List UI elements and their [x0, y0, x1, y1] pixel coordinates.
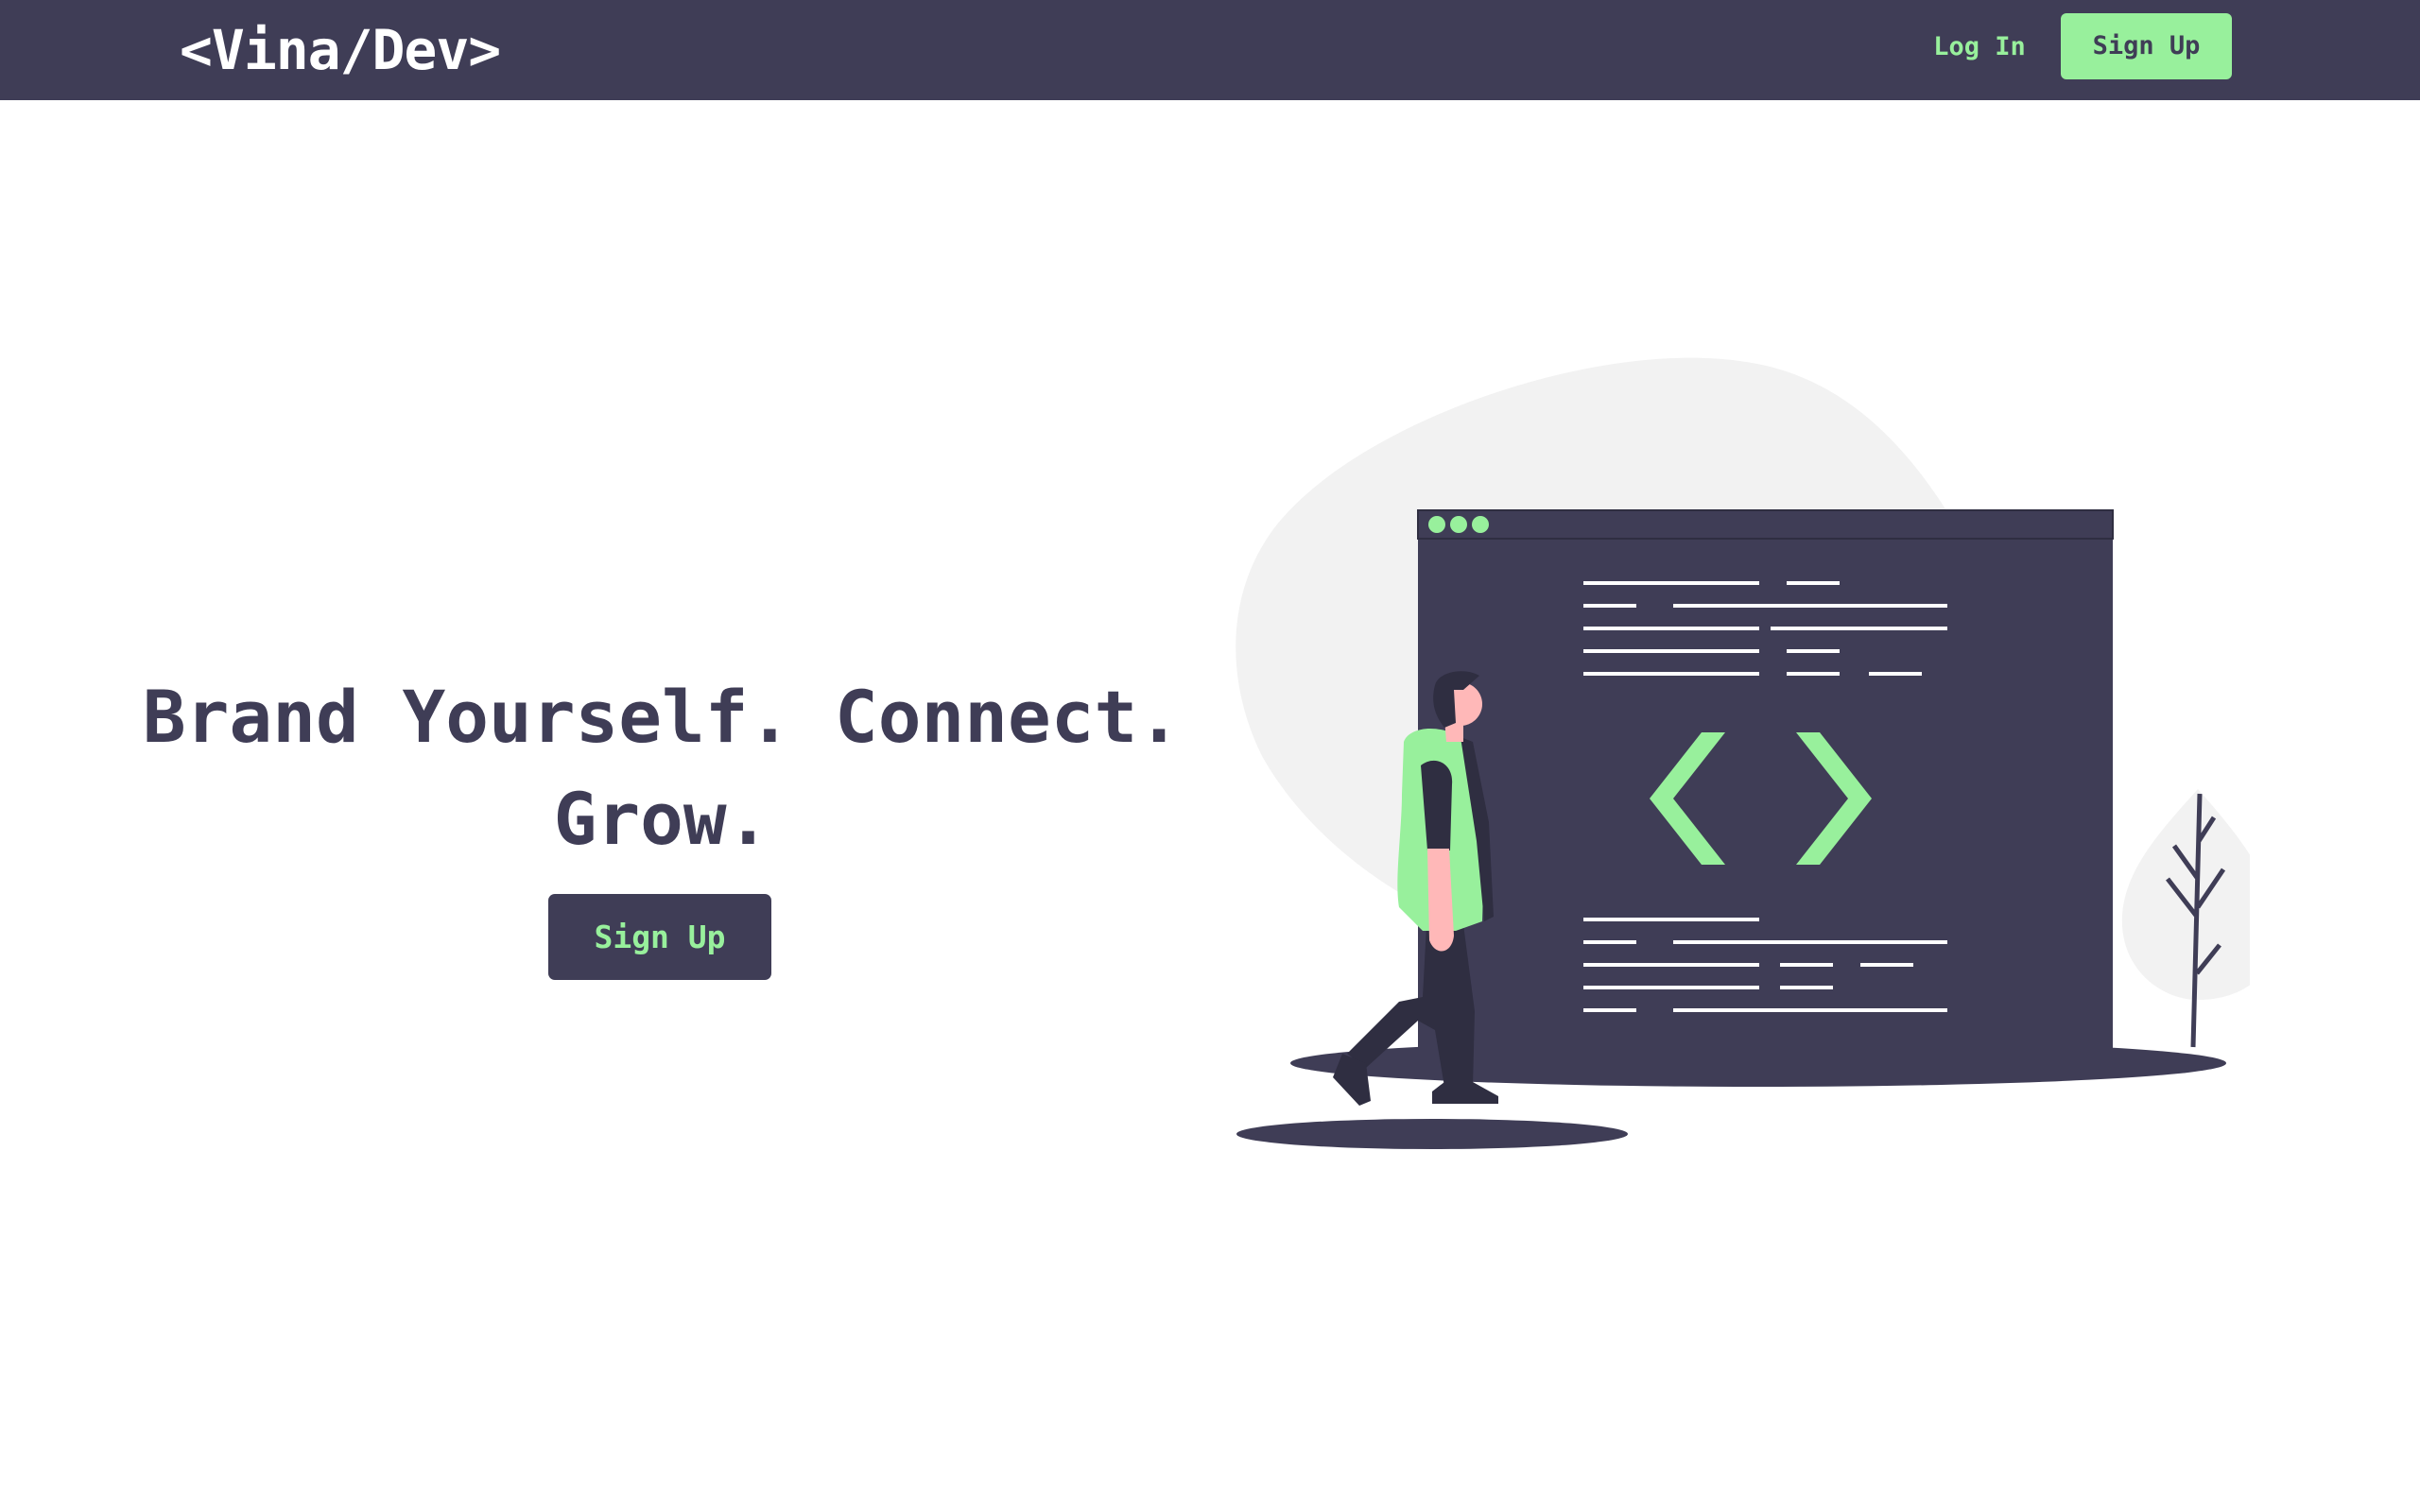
window-dot-1 [1428, 516, 1445, 533]
plant-icon [2121, 789, 2250, 1048]
brand-logo[interactable]: <Vina/Dev> [180, 16, 501, 84]
hero-title: Brand Yourself. Connect. Grow. [142, 666, 1182, 870]
floor-shadow-person [1236, 1119, 1628, 1149]
hero-illustration [1236, 357, 2250, 1149]
hero-signup-button[interactable]: Sign Up [548, 894, 771, 980]
window-dot-2 [1450, 516, 1467, 533]
login-link[interactable]: Log In [1919, 28, 2040, 66]
code-window [1417, 509, 2114, 1058]
nav-signup-button[interactable]: Sign Up [2061, 13, 2232, 79]
hero-title-line1: Brand Yourself. Connect. [142, 675, 1182, 759]
window-dot-3 [1472, 516, 1489, 533]
navbar: <Vina/Dev> Log In Sign Up [0, 0, 2420, 100]
hero-title-line2: Grow. [553, 777, 770, 861]
